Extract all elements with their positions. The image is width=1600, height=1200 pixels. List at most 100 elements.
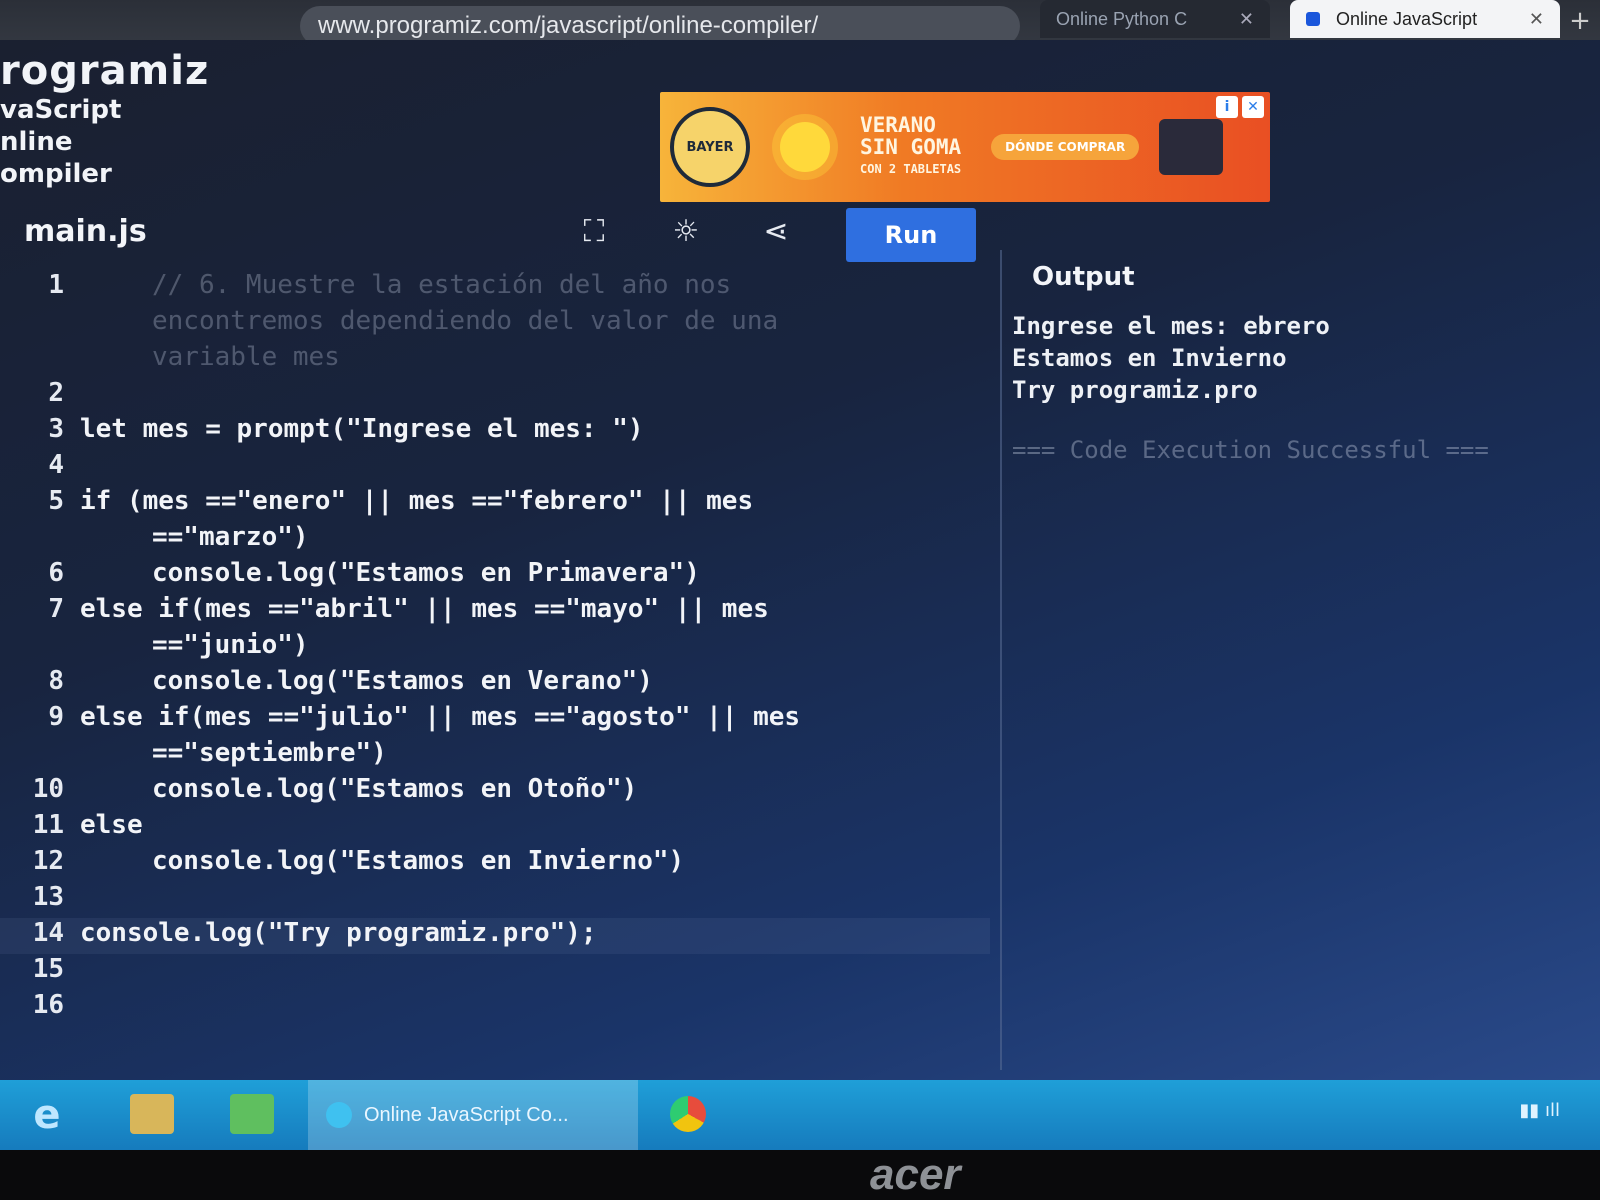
line-number: 16: [32, 990, 64, 1020]
store-icon[interactable]: [230, 1094, 274, 1134]
output-console[interactable]: Ingrese el mes: ebrero Estamos en Invier…: [1012, 310, 1489, 466]
ad-banner[interactable]: BAYER VERANO SIN GOMA CON 2 TABLETAS DÓN…: [660, 92, 1270, 202]
code-text[interactable]: [80, 450, 990, 486]
ad-close-icon[interactable]: ✕: [1242, 96, 1264, 118]
taskbar-window-label: Online JavaScript Co...: [364, 1103, 569, 1126]
line-number: 11: [32, 810, 64, 840]
code-line[interactable]: 6 console.log("Estamos en Primavera"): [0, 558, 990, 594]
code-text[interactable]: if (mes =="enero" || mes =="febrero" || …: [80, 486, 990, 522]
line-number: 9: [48, 702, 64, 732]
code-line[interactable]: 10 console.log("Estamos en Otoño"): [0, 774, 990, 810]
code-editor[interactable]: 1 // 6. Muestre la estación del año nos en…: [0, 270, 990, 1060]
brand-name[interactable]: rogramiz: [0, 48, 320, 94]
ad-headline: VERANO SIN GOMA CON 2 TABLETAS: [860, 114, 961, 180]
tab-strip: Online Python C ✕ Online JavaScript ✕ +: [1000, 0, 1600, 40]
line-number: 10: [32, 774, 64, 804]
line-number: 4: [48, 450, 64, 480]
code-line[interactable]: 4: [0, 450, 990, 486]
url-text[interactable]: www.programiz.com/javascript/online-comp…: [318, 12, 818, 40]
output-title: Output: [1032, 262, 1135, 292]
line-number: 14: [32, 918, 64, 948]
code-text[interactable]: [80, 954, 990, 990]
ad-logo-text: BAYER: [686, 139, 734, 155]
tab-label: Online Python C: [1056, 8, 1188, 29]
line-number: [0, 738, 80, 774]
editor-header: main.js ⛶ ☼ ⋖ Run: [24, 208, 1004, 268]
code-line[interactable]: 5 if (mes =="enero" || mes =="febrero" ||…: [0, 486, 990, 522]
code-line[interactable]: 16: [0, 990, 990, 1026]
execution-status: === Code Execution Successful ===: [1012, 436, 1489, 464]
theme-icon[interactable]: ☼: [664, 210, 708, 254]
code-line[interactable]: variable mes: [0, 342, 990, 378]
chrome-icon[interactable]: [670, 1096, 706, 1132]
tab-online-javascript[interactable]: Online JavaScript ✕: [1290, 0, 1560, 38]
code-line[interactable]: 11 else: [0, 810, 990, 846]
code-text[interactable]: [80, 882, 990, 918]
new-tab-button[interactable]: +: [1565, 8, 1595, 36]
internet-explorer-icon[interactable]: e: [22, 1090, 72, 1140]
code-text[interactable]: console.log("Estamos en Invierno"): [80, 846, 990, 882]
code-line[interactable]: =="marzo"): [0, 522, 990, 558]
file-explorer-icon[interactable]: [130, 1094, 174, 1134]
output-line: Estamos en Invierno: [1012, 344, 1287, 372]
code-text[interactable]: console.log("Try programiz.pro");: [80, 918, 990, 954]
line-number: 7: [48, 594, 64, 624]
code-text[interactable]: =="septiembre"): [80, 738, 990, 774]
ad-headline-line: SIN GOMA: [860, 135, 962, 159]
system-tray[interactable]: ▮▮ ıll: [1519, 1100, 1560, 1121]
code-text[interactable]: =="junio"): [80, 630, 990, 666]
monitor-bezel: acer: [0, 1150, 1600, 1200]
output-line: Try programiz.pro: [1012, 376, 1258, 404]
code-line[interactable]: 15: [0, 954, 990, 990]
code-line[interactable]: =="junio"): [0, 630, 990, 666]
code-line[interactable]: 3 let mes = prompt("Ingrese el mes: "): [0, 414, 990, 450]
code-line[interactable]: 1 // 6. Muestre la estación del año nos: [0, 270, 990, 306]
code-line[interactable]: =="septiembre"): [0, 738, 990, 774]
taskbar-window-javascript[interactable]: Online JavaScript Co...: [308, 1080, 638, 1150]
tab-online-python[interactable]: Online Python C ✕: [1040, 0, 1270, 38]
code-text[interactable]: console.log("Estamos en Primavera"): [80, 558, 990, 594]
code-line[interactable]: 14 console.log("Try programiz.pro");: [0, 918, 990, 954]
code-text[interactable]: variable mes: [80, 342, 990, 378]
code-line[interactable]: 7 else if(mes =="abril" || mes =="mayo" |…: [0, 594, 990, 630]
code-text[interactable]: console.log("Estamos en Otoño"): [80, 774, 990, 810]
code-line[interactable]: 12 console.log("Estamos en Invierno"): [0, 846, 990, 882]
taskbar: e Online JavaScript Co... ▮▮ ıll: [0, 1080, 1600, 1150]
acer-logo: acer: [870, 1150, 961, 1199]
run-button[interactable]: Run: [846, 208, 976, 262]
line-number: 15: [32, 954, 64, 984]
code-line[interactable]: 9 else if(mes =="julio" || mes =="agosto"…: [0, 702, 990, 738]
close-icon[interactable]: ✕: [1239, 9, 1254, 30]
code-text[interactable]: else: [80, 810, 990, 846]
code-text[interactable]: console.log("Estamos en Verano"): [80, 666, 990, 702]
ad-cta-button[interactable]: DÓNDE COMPRAR: [991, 134, 1140, 160]
code-text[interactable]: let mes = prompt("Ingrese el mes: "): [80, 414, 990, 450]
close-icon[interactable]: ✕: [1529, 9, 1544, 30]
line-number: 1: [48, 270, 64, 300]
code-line[interactable]: encontremos dependiendo del valor de una: [0, 306, 990, 342]
brand-subtitle-line: nline: [0, 127, 73, 157]
code-text[interactable]: encontremos dependiendo del valor de una: [80, 306, 990, 342]
code-line[interactable]: 8 console.log("Estamos en Verano"): [0, 666, 990, 702]
line-number: 12: [32, 846, 64, 876]
ad-headline-line: VERANO: [860, 113, 936, 137]
code-text[interactable]: [80, 378, 990, 414]
bayer-logo: BAYER: [670, 107, 750, 187]
code-line[interactable]: 13: [0, 882, 990, 918]
line-number: 6: [48, 558, 64, 588]
code-line[interactable]: 2: [0, 378, 990, 414]
sun-icon: [780, 122, 830, 172]
code-text[interactable]: // 6. Muestre la estación del año nos: [80, 270, 990, 306]
code-text[interactable]: [80, 990, 990, 1026]
share-icon[interactable]: ⋖: [754, 210, 798, 254]
ad-info-icon[interactable]: i: [1216, 96, 1238, 118]
code-text[interactable]: else if(mes =="julio" || mes =="agosto" …: [80, 702, 990, 738]
line-number: [0, 342, 80, 378]
fullscreen-icon[interactable]: ⛶: [572, 210, 616, 254]
ad-headline-line: CON 2 TABLETAS: [860, 162, 962, 176]
code-text[interactable]: else if(mes =="abril" || mes =="mayo" ||…: [80, 594, 990, 630]
line-number: 2: [48, 378, 64, 408]
code-text[interactable]: =="marzo"): [80, 522, 990, 558]
programiz-brand: rogramiz vaScript nline ompiler: [0, 48, 320, 190]
line-number: 13: [32, 882, 64, 912]
